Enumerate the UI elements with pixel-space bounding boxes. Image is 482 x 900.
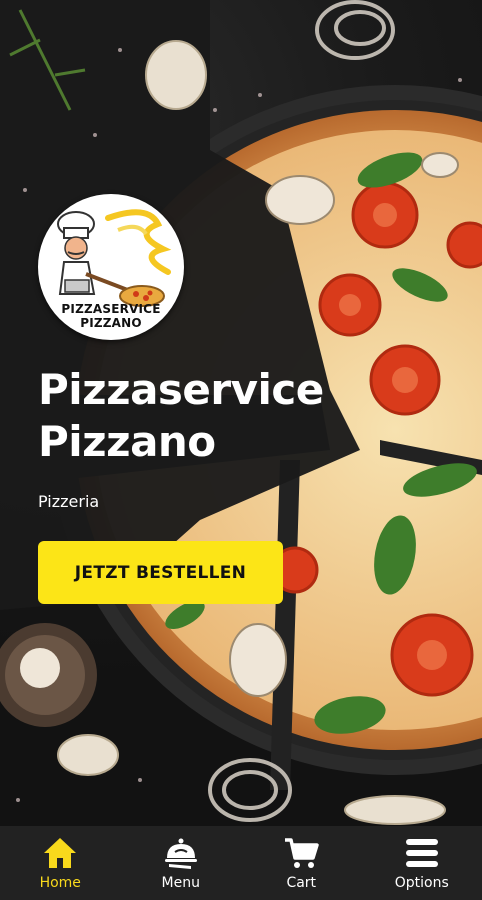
brand-logo: PIZZASERVICE PIZZANO (38, 194, 184, 340)
bottom-navigation: Home Menu Cart Options (0, 826, 482, 900)
hero-section: PIZZASERVICE PIZZANO Pizzaservice Pizzan… (0, 0, 482, 826)
restaurant-category: Pizzeria (38, 492, 100, 511)
title-line-2: Pizzano (38, 417, 216, 466)
order-now-button[interactable]: JETZT BESTELLEN (38, 541, 283, 604)
nav-item-home[interactable]: Home (0, 826, 121, 900)
nav-label-cart: Cart (286, 875, 317, 891)
nav-label-menu: Menu (161, 875, 200, 891)
title-line-1: Pizzaservice (38, 365, 324, 414)
nav-label-options: Options (394, 875, 449, 891)
nav-item-cart[interactable]: Cart (241, 826, 362, 900)
menu-bars-icon (402, 834, 442, 872)
cloche-icon (161, 834, 201, 872)
logo-text-line2: PIZZANO (80, 316, 142, 330)
logo-text-line1: PIZZASERVICE (61, 302, 161, 316)
nav-label-home: Home (39, 875, 81, 891)
nav-item-options[interactable]: Options (362, 826, 482, 900)
nav-item-menu[interactable]: Menu (121, 826, 242, 900)
cart-icon (281, 834, 321, 872)
restaurant-title: Pizzaservice Pizzano (38, 364, 324, 468)
home-icon (40, 834, 80, 872)
